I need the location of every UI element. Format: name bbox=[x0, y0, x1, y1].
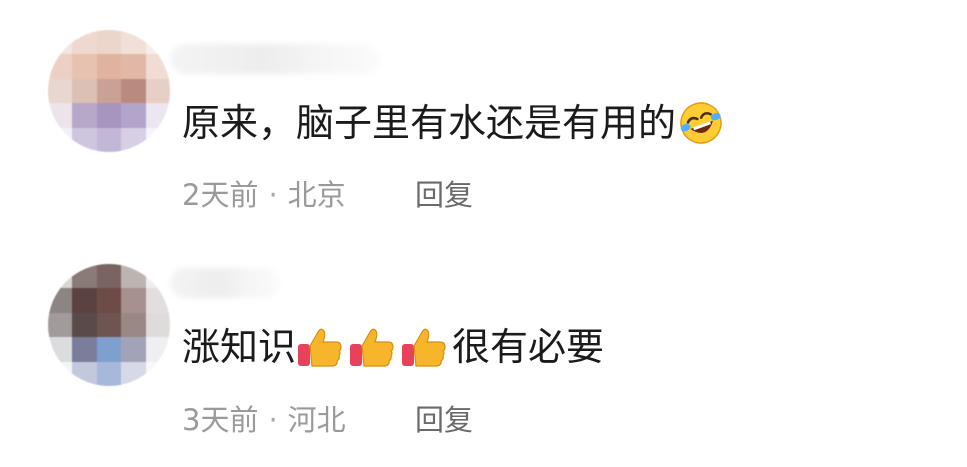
comment-meta: 3天前 · 河北 bbox=[182, 397, 346, 439]
avatar-mosaic bbox=[48, 30, 170, 152]
comment-text-after: 很有必要 bbox=[452, 325, 605, 369]
comment-meta: 2天前 · 北京 bbox=[182, 172, 346, 214]
comment-item: 涨知识 很有必要 3天前 · 河北 回复 bbox=[0, 240, 967, 467]
reply-button[interactable]: 回复 bbox=[415, 397, 473, 439]
comment-location: 北京 bbox=[287, 178, 346, 212]
thumbs-up-icon bbox=[348, 324, 396, 370]
rolling-on-the-floor-laughing-icon bbox=[678, 100, 724, 146]
comment-time: 2天前 bbox=[182, 178, 259, 212]
username-blurred[interactable] bbox=[170, 268, 280, 298]
meta-separator: · bbox=[268, 178, 278, 212]
comment-text-body: 原来，脑子里有水还是有用的 bbox=[182, 101, 677, 145]
avatar-mosaic bbox=[48, 264, 170, 386]
username-blurred[interactable] bbox=[170, 44, 380, 74]
comment-time: 3天前 bbox=[182, 403, 259, 437]
comment-text: 涨知识 很有必要 bbox=[182, 324, 604, 370]
avatar[interactable] bbox=[48, 30, 170, 152]
thumbs-up-icon bbox=[296, 324, 344, 370]
comment-item: 原来，脑子里有水还是有用的 2天前 · 北京 回复 bbox=[0, 0, 967, 230]
meta-separator: · bbox=[268, 403, 278, 437]
comment-location: 河北 bbox=[287, 403, 346, 437]
thumbs-up-icon bbox=[400, 324, 448, 370]
reply-button[interactable]: 回复 bbox=[415, 172, 473, 214]
comment-text: 原来，脑子里有水还是有用的 bbox=[182, 100, 724, 146]
avatar[interactable] bbox=[48, 264, 170, 386]
comment-text-before: 涨知识 bbox=[182, 325, 297, 369]
